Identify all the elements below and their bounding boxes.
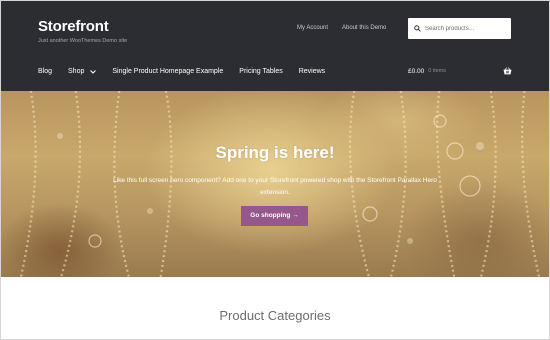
product-categories-heading: Product Categories (219, 308, 331, 323)
search-icon (414, 25, 421, 32)
nav-item-label: Reviews (298, 68, 326, 75)
nav-item-label: Shop (68, 68, 85, 75)
hero-description: Like this full screen hero component? Ad… (113, 177, 437, 196)
hero-title: Spring is here! (215, 143, 335, 162)
basket-icon (503, 67, 512, 75)
nav-item-reviews[interactable]: Reviews (299, 68, 325, 75)
nav-item-pricing-tables[interactable]: Pricing Tables (239, 68, 282, 75)
hero-banner: Spring is here! Like this full screen he… (0, 91, 550, 277)
cart-count: 0 items (428, 68, 447, 74)
nav-item-label: Pricing Tables (239, 68, 283, 75)
nav-item-blog[interactable]: Blog (38, 68, 52, 75)
site-title[interactable]: Storefront (38, 18, 109, 35)
cart-link[interactable]: £0.00 0 items (408, 67, 512, 75)
go-shopping-button[interactable]: Go shopping → (241, 206, 308, 226)
primary-nav: Blog Shop Single Product Homepage Exampl… (38, 68, 341, 75)
cart-total: £0.00 (408, 67, 425, 75)
secondary-nav: My Account About this Demo (297, 25, 386, 31)
search-box[interactable] (408, 18, 511, 39)
nav-item-label: Single Product Homepage Example (112, 68, 224, 75)
search-input[interactable] (425, 25, 511, 32)
nav-link-my-account[interactable]: My Account (297, 25, 328, 31)
chevron-down-icon (90, 69, 97, 74)
site-tagline: Just another WooThemes Demo site (38, 38, 128, 44)
nav-item-shop[interactable]: Shop (68, 68, 97, 75)
nav-item-single-product[interactable]: Single Product Homepage Example (112, 68, 223, 75)
nav-link-about-demo[interactable]: About this Demo (342, 25, 386, 31)
site-header: Storefront Just another WooThemes Demo s… (0, 0, 550, 91)
nav-item-label: Blog (38, 68, 53, 75)
